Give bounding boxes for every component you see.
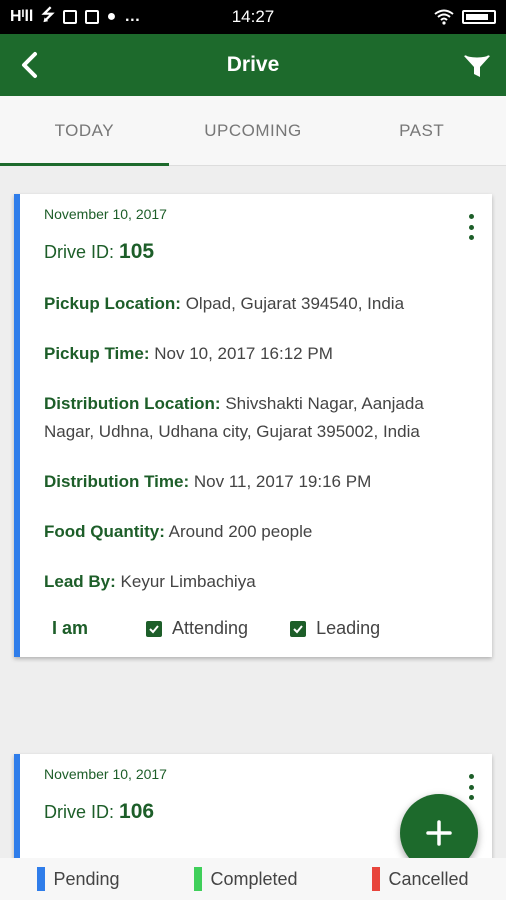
attending-label: Attending [172, 618, 249, 638]
more-dot-icon [468, 774, 474, 779]
food-quantity-label: Food Quantity: [44, 522, 165, 541]
drive-card[interactable]: November 10, 2017 Drive ID: 105 Pickup L… [14, 194, 492, 657]
lead-by-value: Keyur Limbachiya [120, 572, 256, 591]
status-icons-right [434, 9, 496, 25]
pickup-time-value: Nov 10, 2017 16:12 PM [154, 344, 333, 363]
legend-cancelled-label: Cancelled [388, 868, 469, 889]
drive-id-value: 105 [119, 240, 155, 263]
legend-cancelled: Cancelled [372, 867, 469, 891]
distribution-location-row: Distribution Location: Shivshakti Nagar,… [44, 390, 470, 446]
leading-label: Leading [316, 618, 381, 638]
more-dot-icon [468, 224, 474, 230]
lead-by-row: Lead By: Keyur Limbachiya [44, 568, 470, 596]
pickup-location-label: Pickup Location: [44, 294, 181, 313]
pickup-time-row: Pickup Time: Nov 10, 2017 16:12 PM [44, 340, 470, 368]
filter-icon [464, 52, 490, 77]
battery-icon [462, 10, 496, 24]
checkbox-checked-icon [146, 620, 162, 637]
drive-id-label: Drive ID: [44, 802, 115, 822]
drive-id-value: 106 [119, 800, 155, 823]
tab-upcoming[interactable]: UPCOMING [169, 96, 338, 165]
distribution-time-row: Distribution Time: Nov 11, 2017 19:16 PM [44, 468, 470, 496]
more-notifications-icon: … [124, 8, 141, 25]
completed-swatch [194, 867, 203, 891]
status-bar: Hᴵll ⭍ ● … 14:27 [0, 0, 506, 34]
card-date: November 10, 2017 [44, 206, 167, 222]
more-options-button[interactable] [466, 214, 476, 240]
i-am-label: I am [52, 618, 89, 638]
chat-icon: ● [106, 8, 117, 25]
pickup-time-label: Pickup Time: [44, 344, 150, 363]
legend-completed: Completed [194, 867, 298, 891]
notification-icon-2 [84, 10, 99, 24]
app-bar: Drive [0, 34, 506, 96]
distribution-location-label: Distribution Location: [44, 394, 221, 413]
back-arrow-icon [22, 52, 37, 78]
distribution-time-value: Nov 11, 2017 19:16 PM [193, 472, 372, 491]
notification-icon [62, 10, 77, 24]
card-date: November 10, 2017 [44, 766, 167, 782]
legend-pending-label: Pending [53, 868, 120, 889]
plus-icon [426, 820, 452, 846]
lead-by-label: Lead By: [44, 572, 116, 591]
tab-past[interactable]: PAST [337, 96, 506, 165]
status-legend: Pending Completed Cancelled [0, 858, 506, 900]
leading-checkbox[interactable]: Leading [290, 618, 380, 639]
more-dot-icon [468, 235, 474, 240]
attending-checkbox[interactable]: Attending [146, 618, 248, 639]
wifi-icon [434, 9, 454, 25]
usb-icon: ⭍ [41, 6, 55, 24]
pickup-location-row: Pickup Location: Olpad, Gujarat 394540, … [44, 290, 470, 318]
drive-id: Drive ID: 105 [44, 240, 470, 264]
pending-swatch [37, 867, 46, 891]
tab-bar: TODAY UPCOMING PAST [0, 96, 506, 166]
status-icons-left: Hᴵll ⭍ ● … [10, 4, 140, 31]
more-options-button[interactable] [466, 774, 476, 800]
food-quantity-value: Around 200 people [168, 522, 313, 541]
drive-list[interactable]: November 10, 2017 Drive ID: 105 Pickup L… [0, 166, 506, 858]
food-quantity-row: Food Quantity: Around 200 people [44, 518, 470, 546]
distribution-time-label: Distribution Time: [44, 472, 190, 491]
participation-row: I am Attending Leading [44, 618, 470, 639]
legend-completed-label: Completed [210, 868, 298, 889]
page-title: Drive [226, 53, 280, 76]
more-dot-icon [468, 795, 474, 800]
more-dot-icon [468, 784, 474, 790]
filter-button[interactable] [460, 48, 494, 82]
pickup-location-value: Olpad, Gujarat 394540, India [185, 294, 405, 313]
tab-today[interactable]: TODAY [0, 96, 169, 166]
drive-id-label: Drive ID: [44, 242, 115, 262]
signal-icon: Hᴵll [10, 8, 34, 25]
more-dot-icon [468, 214, 474, 219]
back-button[interactable] [12, 48, 46, 82]
cancelled-swatch [372, 867, 381, 891]
legend-pending: Pending [37, 867, 120, 891]
checkbox-checked-icon [290, 620, 307, 637]
